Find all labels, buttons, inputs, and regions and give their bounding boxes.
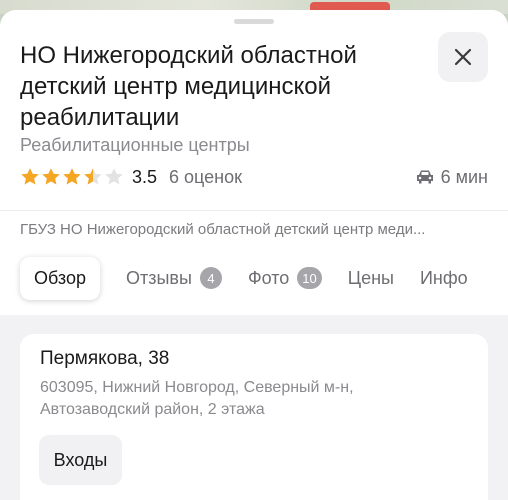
rating-value: 3.5 (132, 166, 158, 187)
tab-photos[interactable]: Фото 10 (248, 267, 322, 289)
address-detail: 603095, Нижний Новгород, Северный м-н, А… (40, 379, 354, 418)
tab-info[interactable]: Инфо (420, 268, 468, 289)
tab-overview[interactable]: Обзор (20, 256, 100, 300)
legal-name[interactable]: ГБУЗ НО Нижегородский областной детский … (20, 221, 490, 238)
entrances-button[interactable]: Входы (39, 435, 122, 485)
tab-info-label: Инфо (419, 267, 468, 288)
car-icon (416, 170, 433, 184)
star-icon (84, 168, 102, 185)
place-title: НО Нижегородский областной детский центр… (20, 42, 357, 131)
travel-time[interactable]: 6 мин (415, 167, 488, 188)
close-icon (454, 48, 472, 66)
tab-overview-label: Обзор (34, 267, 86, 288)
place-card-sheet: НО Нижегородский областной детский центр… (0, 10, 508, 500)
star-icon (63, 168, 81, 185)
rating-row: 3.5 6 оценок 6 мин (20, 165, 488, 189)
travel-time-label: 6 мин (440, 166, 488, 187)
star-icon (42, 168, 60, 185)
tab-reviews[interactable]: Отзывы 4 (126, 267, 222, 289)
close-button[interactable] (438, 32, 488, 82)
address-card: Пермякова, 38 603095, Нижний Новгород, С… (20, 334, 488, 500)
reviews-count-badge: 4 (199, 267, 222, 289)
star-icon (105, 168, 123, 185)
divider (0, 210, 508, 211)
star-icon (21, 168, 39, 185)
tab-reviews-label: Отзывы (126, 267, 192, 288)
tab-prices[interactable]: Цены (348, 268, 394, 289)
tab-photos-label: Фото (247, 267, 290, 288)
sheet-grabber[interactable] (234, 19, 274, 24)
rating-stars (20, 167, 124, 187)
address-street[interactable]: Пермякова, 38 (40, 348, 169, 370)
place-category: Реабилитационные центры (20, 135, 250, 155)
tab-bar: Обзор Отзывы 4 Фото 10 Цены Инфо (20, 255, 508, 301)
rating-count[interactable]: 6 оценок (169, 167, 242, 188)
tab-prices-label: Цены (347, 267, 394, 288)
photos-count-badge: 10 (297, 267, 322, 289)
